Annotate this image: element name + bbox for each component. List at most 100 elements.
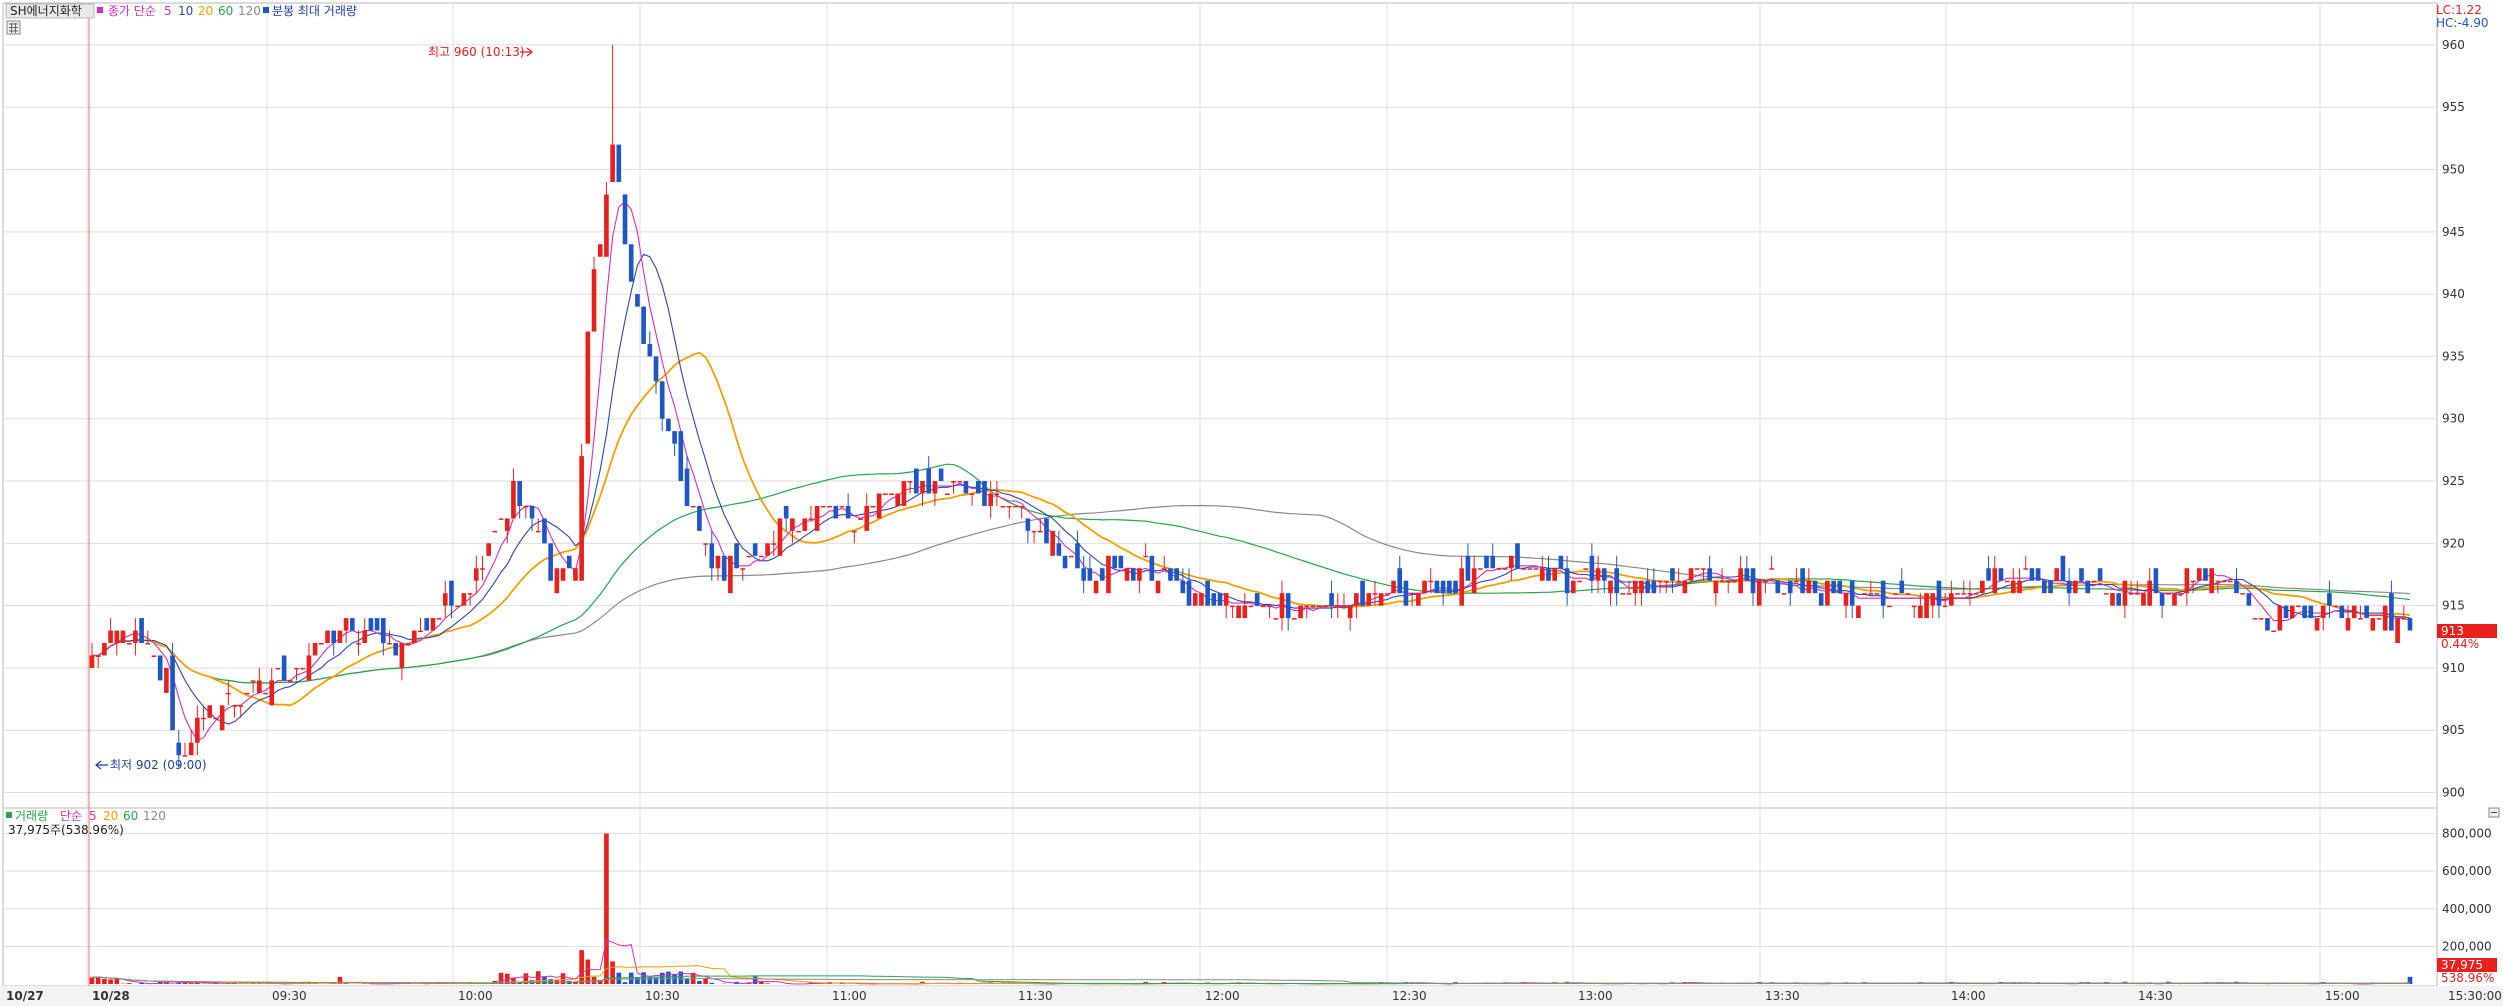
ma5-line: [92, 201, 2411, 741]
price-tick-label: 910: [2442, 661, 2465, 675]
candle-body: [1081, 568, 1086, 581]
volume-legend-label: 거래량: [15, 809, 48, 823]
candle-body: [2271, 630, 2276, 633]
ma-legend-swatch: [97, 7, 103, 13]
candle-body: [1986, 568, 1991, 581]
candle-body: [597, 244, 603, 257]
price-tick-label: 905: [2442, 723, 2465, 737]
candle-body: [746, 555, 752, 558]
candle-body: [808, 518, 814, 520]
candle-body: [1899, 580, 1905, 594]
candle-body: [257, 680, 262, 693]
candle-body: [226, 692, 231, 695]
candle-body: [1484, 555, 1489, 569]
candle-body: [380, 618, 386, 644]
volume-bar: [114, 978, 120, 984]
low-label: 최저 902 (09:00): [110, 758, 207, 772]
candle-body: [517, 481, 522, 506]
candle-body: [2178, 593, 2183, 595]
candle-body: [2283, 605, 2289, 619]
candle-body: [1490, 555, 1496, 569]
candle-body: [1756, 580, 1762, 606]
candle-body: [1409, 593, 1415, 595]
candle-body: [1973, 593, 1979, 595]
candle-body: [1688, 568, 1694, 581]
candle-body: [2358, 618, 2363, 620]
candle-body: [535, 530, 541, 533]
candle-body: [1868, 593, 1874, 595]
candle-body: [1570, 580, 1576, 594]
candle-body: [2302, 605, 2307, 619]
volume-bar: [126, 983, 132, 984]
candle-body: [560, 568, 566, 581]
candle-body: [1236, 605, 1241, 619]
candle-body: [1682, 580, 1688, 594]
candle-body: [1521, 568, 1527, 570]
candle-body: [523, 505, 529, 508]
candle-body: [628, 244, 634, 282]
candle-body: [1323, 605, 1328, 608]
candle-body: [2085, 580, 2091, 594]
candle-body: [188, 742, 194, 756]
candle-body: [157, 655, 163, 681]
candle-body: [1211, 593, 1217, 606]
candle-body: [783, 505, 789, 519]
candle-body: [1713, 580, 1719, 594]
candle-body: [542, 518, 547, 544]
candle-body: [1217, 593, 1223, 606]
candle-body: [473, 568, 479, 581]
candle-body: [2165, 593, 2171, 595]
candle-body: [232, 705, 237, 707]
candle-body: [1254, 593, 1260, 606]
candle-body: [1620, 593, 1626, 595]
candle-body: [2122, 580, 2128, 606]
candle-body: [430, 618, 436, 631]
candle-body: [1738, 568, 1743, 594]
candle-body: [2017, 580, 2022, 594]
chart-canvas[interactable]: 900905910915920925930935940945950955960 …: [0, 0, 2503, 1006]
candle-body: [1539, 568, 1545, 581]
candle-body: [151, 655, 157, 657]
candle-body: [1230, 605, 1235, 608]
candle-body: [195, 717, 200, 743]
ma20-line: [92, 351, 2411, 707]
candle-body: [1112, 555, 1117, 569]
candle-body: [2190, 580, 2196, 583]
volume-bar: [108, 979, 113, 984]
stock-chart[interactable]: 900 905 910 915 920 925 930 935 940 945 950 955 960 …: [0, 0, 2503, 1006]
low-arrow-icon: [95, 760, 108, 770]
candle-body: [2196, 568, 2202, 581]
candle-body: [114, 630, 120, 644]
candle-body: [126, 643, 132, 645]
candle-body: [554, 568, 560, 594]
candle-body: [1440, 580, 1446, 594]
candle-body: [982, 481, 987, 506]
candle-body: [759, 555, 764, 558]
candle-body: [833, 505, 839, 519]
candle-body: [2389, 593, 2394, 631]
candle-body: [1564, 568, 1570, 594]
candle-body: [1459, 568, 1465, 606]
candle-body: [994, 493, 1000, 495]
candle-body: [1316, 605, 1322, 608]
candle-body: [1502, 568, 1508, 570]
candle-body: [2147, 580, 2153, 606]
candle-body: [2370, 618, 2376, 631]
candle-body: [2277, 605, 2283, 631]
price-tick-label: 935: [2442, 349, 2465, 363]
candle-body: [802, 518, 808, 531]
candle-body: [2395, 618, 2400, 644]
time-tick-label: 10:00: [458, 989, 493, 1003]
ma5-path: [92, 201, 2411, 741]
price-tag: 913 0.44%: [2437, 624, 2497, 651]
extra-legend-label: 분봉 최대 거래량: [272, 4, 357, 18]
candle-body: [1335, 605, 1341, 608]
candle-body: [1508, 555, 1514, 569]
candle-body: [944, 493, 950, 495]
candle-body: [2345, 618, 2351, 631]
candle-body: [102, 643, 107, 656]
candle-body: [1775, 580, 1781, 594]
candle-body: [1298, 605, 1303, 619]
candle-body: [1118, 555, 1124, 569]
candle-body: [548, 543, 553, 581]
